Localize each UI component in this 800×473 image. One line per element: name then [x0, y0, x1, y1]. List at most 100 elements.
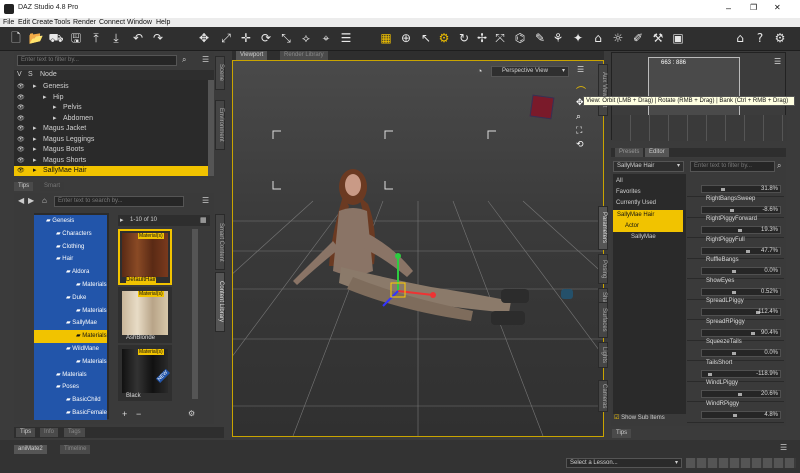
scene-node[interactable]: 👁 ▸ Abdomen [14, 114, 208, 124]
camera-icon[interactable]: ⌂ [590, 30, 606, 46]
content-settings-icon[interactable]: ⚙ [188, 409, 195, 418]
thumb-add-icon[interactable]: ▸ [120, 216, 124, 224]
slider-knob[interactable] [708, 372, 712, 376]
slider-track[interactable]: 112.4% [701, 308, 781, 316]
scale-tool-icon[interactable]: ⤡ [278, 30, 294, 46]
col-node[interactable]: Node [40, 71, 57, 78]
params-filter-input[interactable]: Enter text to filter by... [690, 161, 775, 172]
tab-environment[interactable]: Environment [215, 100, 225, 150]
tab-cameras[interactable]: Cameras [598, 380, 608, 412]
universal-tool-icon[interactable]: ⤢ [218, 30, 234, 46]
visibility-eye-icon[interactable]: 👁 [17, 114, 25, 124]
render-settings-icon[interactable]: ▦ [378, 30, 394, 46]
slider-value[interactable]: 112.4% [758, 309, 778, 316]
rotate-tool-icon[interactable]: ⟳ [258, 30, 274, 46]
slider-track[interactable]: 90.4% [701, 328, 781, 337]
search-icon[interactable]: ⌕ [182, 55, 186, 65]
rotate-icon[interactable]: ↻ [456, 30, 472, 46]
slider-knob[interactable] [732, 270, 736, 273]
menu-tools[interactable]: Tools [54, 19, 70, 26]
menu-file[interactable]: File [3, 19, 14, 26]
slider-knob[interactable] [733, 413, 738, 417]
visibility-eye-icon[interactable]: 👁 [17, 135, 25, 145]
new-scene-icon[interactable]: 🗋 [8, 30, 24, 46]
tab-scene[interactable]: Scene [215, 56, 225, 90]
tab-editor[interactable]: Editor [645, 148, 669, 157]
tab-lights[interactable]: Lights [598, 342, 608, 368]
tab-smart[interactable]: Smart [40, 182, 65, 191]
content-search-input[interactable]: Enter text to search by... [54, 196, 184, 207]
content-folder[interactable]: ▰ Genesis [34, 215, 107, 228]
surface-selection-icon[interactable]: ⌖ [318, 30, 334, 46]
slider-value[interactable]: -8.6% [762, 207, 778, 214]
light-icon[interactable]: ☼ [610, 30, 626, 46]
property-slider[interactable]: WindRPiggy 4.8% [687, 400, 784, 423]
menu-create[interactable]: Create [32, 19, 53, 26]
help-icon[interactable]: ? [752, 30, 768, 46]
node-selection-icon[interactable]: ✥ [196, 30, 212, 46]
expand-arrow-icon[interactable]: ▸ [33, 145, 37, 155]
slider-value[interactable]: 20.6% [761, 391, 778, 398]
material-thumbnail[interactable]: Material(s) DefaultHair [118, 229, 172, 285]
tab-tips[interactable]: Tips [14, 182, 34, 191]
active-pose-icon[interactable]: ⚙ [436, 30, 452, 46]
slider-value[interactable]: 47.7% [761, 248, 778, 255]
slider-knob[interactable] [746, 249, 751, 253]
slider-knob[interactable] [721, 188, 726, 191]
minimize-button[interactable]: – [726, 3, 731, 13]
scene-filter-input[interactable]: Enter text to filter by... [17, 55, 177, 66]
lesson-nav-bar[interactable] [686, 458, 796, 468]
content-folder[interactable]: ▰ WildMane [34, 343, 107, 356]
maximize-button[interactable]: ❐ [750, 3, 757, 12]
expand-arrow-icon[interactable]: ▸ [43, 93, 47, 103]
viewport[interactable]: ◔ Perspective View ▾ ☰ ⌒ ✥ ⌕ ⛶ ⟲ View: O… [232, 60, 795, 437]
slider-value[interactable]: 19.3% [761, 227, 778, 234]
slider-knob[interactable] [738, 393, 742, 396]
visibility-eye-icon[interactable]: 👁 [17, 145, 25, 155]
settings-icon[interactable]: ⚙ [772, 30, 788, 46]
render-icon[interactable]: ⚒ [650, 30, 666, 46]
aux-menu-icon[interactable]: ☰ [774, 57, 781, 66]
tab-content-library[interactable]: Content Library [215, 272, 225, 332]
scene-node[interactable]: 👁 ▸ Pelvis [14, 103, 208, 113]
move-icon[interactable]: ✢ [474, 30, 490, 46]
tab-viewport[interactable]: Viewport [236, 51, 268, 60]
scene-node[interactable]: 👁 ▸ Genesis [14, 82, 208, 92]
geometry-editor-icon[interactable]: ⌬ [512, 30, 528, 46]
tab-posing[interactable]: Posing [598, 254, 608, 284]
slider-value[interactable]: 0.0% [764, 350, 778, 357]
content-folder[interactable]: ▰ Materials [34, 304, 107, 318]
scene-scrollbar[interactable] [208, 80, 214, 176]
slider-knob[interactable] [738, 229, 742, 232]
lesson-dropdown[interactable]: Select a Lesson... ▾ [566, 458, 682, 468]
slider-value[interactable]: 31.8% [761, 186, 778, 193]
slider-track[interactable]: 20.6% [701, 390, 781, 398]
joint-editor-icon[interactable]: ⟡ [298, 30, 314, 46]
undo-icon[interactable]: ↶ [130, 30, 146, 46]
scene-options-icon[interactable]: ☰ [202, 55, 209, 64]
property-group[interactable]: SallyMae Hair [613, 209, 683, 221]
export-icon[interactable]: ⤓ [108, 30, 124, 46]
tab-animate2[interactable]: aniMate2 [14, 445, 47, 454]
content-folder[interactable]: ▰ Materials [34, 355, 107, 369]
property-group[interactable]: SallyMae [613, 232, 683, 243]
expand-arrow-icon[interactable]: ▸ [33, 135, 37, 145]
home-icon[interactable]: ⌂ [732, 30, 748, 46]
scene-node[interactable]: 👁 ▸ Magus Leggings [14, 135, 208, 145]
merge-icon[interactable]: ⛟ [48, 30, 64, 46]
menu-edit[interactable]: Edit [18, 19, 30, 26]
tab-render-library[interactable]: Render Library [280, 51, 328, 60]
scene-node[interactable]: 👁 ▸ SallyMae Hair [14, 166, 208, 176]
tab-tips-bottom[interactable]: Tips [16, 428, 36, 437]
tab-smart-content[interactable]: Smart Content [215, 214, 225, 270]
params-search-icon[interactable]: ⌕ [777, 161, 781, 171]
tab-info[interactable]: Info [40, 428, 59, 437]
menu-render[interactable]: Render [73, 19, 96, 26]
pipette-icon[interactable]: ✐ [630, 30, 646, 46]
scene-node[interactable]: 👁 ▸ Magus Boots [14, 145, 208, 155]
visibility-eye-icon[interactable]: 👁 [17, 82, 25, 92]
slider-value[interactable]: 4.8% [764, 412, 778, 419]
tab-surfaces[interactable]: Surfaces [598, 302, 608, 338]
property-group[interactable]: Actor [613, 220, 683, 232]
visibility-eye-icon[interactable]: 👁 [17, 156, 25, 166]
